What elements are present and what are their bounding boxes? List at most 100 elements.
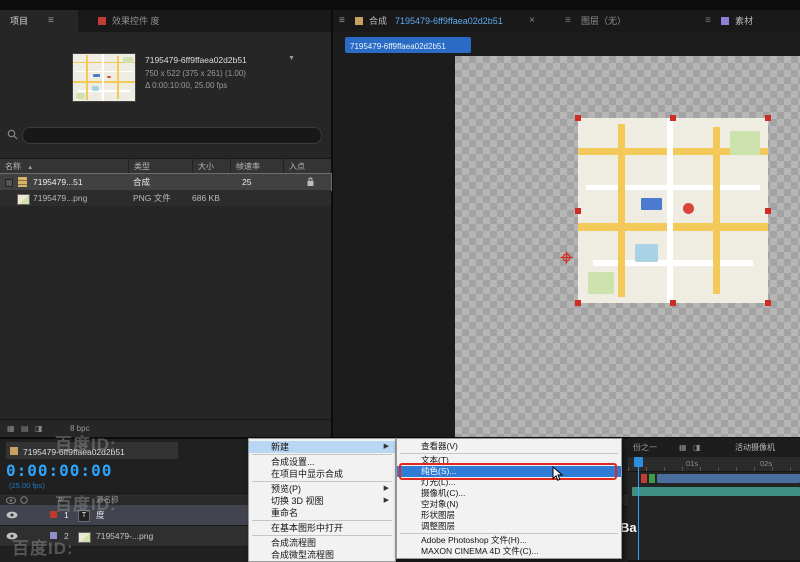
- footage-thumbnail-icon: [17, 194, 30, 205]
- sort-ascending-icon[interactable]: ▲: [27, 165, 33, 171]
- preview-duration: Δ 0:00:10:00, 25.00 fps: [145, 81, 228, 90]
- project-row-footage[interactable]: 7195479...png PNG 文件 686 KB: [0, 190, 331, 206]
- submenu-item-text[interactable]: 文本(T): [397, 455, 621, 466]
- footage-panel-menu-icon[interactable]: ≡: [705, 10, 711, 32]
- submenu-item-photoshop-file[interactable]: Adobe Photoshop 文件(H)...: [397, 535, 621, 546]
- menu-item-switch-3d-view[interactable]: 切换 3D 视图 ▶: [249, 495, 395, 507]
- project-row-composition[interactable]: 7195479...51 合成 25: [0, 173, 332, 191]
- column-view-icon[interactable]: ◨: [35, 420, 43, 438]
- submenu-item-null-object[interactable]: 空对象(N): [397, 499, 621, 510]
- close-tab-icon[interactable]: ×: [529, 10, 535, 32]
- menu-separator: [252, 520, 392, 521]
- layer-panel-menu-icon[interactable]: ≡: [565, 10, 571, 32]
- keyframe-marker-red[interactable]: [641, 474, 647, 483]
- preview-dropdown-icon[interactable]: ▼: [288, 55, 295, 62]
- watermark-text: 百度ID:: [12, 539, 74, 558]
- selection-handle[interactable]: [670, 300, 676, 306]
- effects-panel-icon: [98, 17, 106, 25]
- row-size: 686 KB: [192, 193, 220, 203]
- selection-handle[interactable]: [575, 300, 581, 306]
- submenu-item-shape-layer[interactable]: 形状图层: [397, 510, 621, 521]
- resolution-dropdown[interactable]: 份之一: [633, 438, 657, 458]
- active-camera-dropdown[interactable]: 活动摄像机: [735, 438, 775, 458]
- audio-column-icon: [20, 496, 28, 504]
- menu-separator: [252, 535, 392, 536]
- submenu-item-camera[interactable]: 摄像机(C)...: [397, 488, 621, 499]
- frame-rate-label: (25.00 fps): [9, 481, 45, 490]
- composition-icon: [18, 177, 27, 187]
- selection-handle[interactable]: [670, 115, 676, 121]
- playhead-line[interactable]: [638, 457, 639, 560]
- tab-effect-controls[interactable]: 效果控件 度: [112, 10, 160, 32]
- layer-bar-2[interactable]: [632, 487, 800, 496]
- footage-tab-icon: [721, 17, 729, 25]
- layer-bar-1[interactable]: [657, 474, 800, 483]
- map-layer-image[interactable]: [560, 115, 771, 306]
- submenu-item-adjustment-layer[interactable]: 调整图层: [397, 521, 621, 532]
- panel-menu-icon[interactable]: ≡: [48, 10, 54, 32]
- watermark-text: 百度ID:: [55, 495, 117, 514]
- selection-handle[interactable]: [765, 300, 771, 306]
- submenu-item-viewer[interactable]: 查看器(V): [397, 441, 621, 452]
- anchor-point-icon[interactable]: [560, 251, 573, 264]
- menu-item-reveal-in-project[interactable]: 在项目中显示合成: [249, 468, 395, 480]
- context-menu: 新建 ▶ 合成设置... 在项目中显示合成 预览(P) ▶ 切换 3D 视图 ▶…: [248, 438, 396, 562]
- tab-project[interactable]: 项目 ≡: [0, 10, 78, 32]
- preview-dimensions: 750 x 522 (375 x 261) (1.00): [145, 69, 246, 78]
- active-composition-chip[interactable]: 7195479-6ff9ffaea02d2b51: [345, 37, 471, 53]
- row-framerate: 25: [242, 177, 252, 187]
- project-tabbar: 项目 ≡ 效果控件 度: [0, 10, 331, 32]
- menu-item-composition-flowchart[interactable]: 合成流程图: [249, 537, 395, 549]
- selection-handle[interactable]: [575, 115, 581, 121]
- selection-handle[interactable]: [575, 207, 581, 214]
- menu-separator: [400, 453, 618, 454]
- keyframe-marker-green[interactable]: [649, 474, 655, 483]
- grid-options-icon[interactable]: ▦: [679, 438, 687, 458]
- menu-item-composition-mini-flowchart[interactable]: 合成微型流程图: [249, 549, 395, 561]
- layer-name[interactable]: 7195479-...png: [96, 526, 153, 546]
- composition-viewer-panel: ≡ 合成 7195479-6ff9ffaea02d2b51 × ≡ 图层（无） …: [333, 10, 800, 458]
- menu-separator: [252, 454, 392, 455]
- column-type[interactable]: 类型: [128, 159, 198, 174]
- tab-layer[interactable]: 图层（无）: [581, 10, 626, 32]
- list-view-icon[interactable]: ▤: [21, 420, 29, 438]
- timeline-graph-area[interactable]: 01s 02s: [628, 457, 800, 560]
- row-type: PNG 文件: [133, 193, 171, 203]
- column-framerate[interactable]: 帧速率: [230, 159, 289, 174]
- playhead-handle[interactable]: [634, 457, 643, 467]
- tab-composition-label[interactable]: 合成: [369, 10, 387, 32]
- menu-item-preview[interactable]: 预览(P) ▶: [249, 483, 395, 495]
- menu-item-composition-settings[interactable]: 合成设置...: [249, 456, 395, 468]
- submenu-item-light[interactable]: 灯光(L)...: [397, 477, 621, 488]
- layer-row-1[interactable]: 1 T 度: [0, 505, 250, 526]
- project-panel: 项目 ≡ 效果控件 度 7195479-6ff9ffaea02d2b51 ▼ 7…: [0, 10, 333, 438]
- column-inpoint[interactable]: 入点: [283, 159, 337, 174]
- thumbnail-view-icon[interactable]: ▦: [7, 420, 15, 438]
- eye-icon[interactable]: [6, 511, 18, 519]
- viewer-menu-icon[interactable]: ≡: [339, 10, 345, 32]
- submenu-arrow-icon: ▶: [383, 485, 389, 492]
- tab-footage[interactable]: 素材: [735, 10, 753, 32]
- submenu-item-cinema4d-file[interactable]: MAXON CINEMA 4D 文件(C)...: [397, 546, 621, 557]
- column-name[interactable]: 名称 ▲: [0, 159, 133, 174]
- thumbnail-map-art: [73, 54, 135, 101]
- menu-separator: [252, 481, 392, 482]
- submenu-item-solid[interactable]: 纯色(S)...: [397, 466, 621, 477]
- selection-handle[interactable]: [765, 207, 771, 214]
- row-name: 7195479...51: [33, 177, 83, 187]
- row-type: 合成: [133, 177, 151, 187]
- menu-item-open-in-essential-graphics[interactable]: 在基本图形中打开: [249, 522, 395, 534]
- new-submenu: 查看器(V) 文本(T) 纯色(S)... 灯光(L)... 摄像机(C)...…: [396, 438, 622, 559]
- menu-item-rename[interactable]: 重命名: [249, 507, 395, 519]
- time-ruler[interactable]: 01s 02s: [628, 457, 800, 472]
- lock-icon[interactable]: [306, 177, 315, 187]
- selection-handle[interactable]: [765, 115, 771, 121]
- menu-item-new[interactable]: 新建 ▶: [249, 441, 395, 453]
- current-timecode[interactable]: 0:00:00:00: [6, 461, 112, 480]
- composition-tab-icon: [355, 17, 363, 25]
- mouse-cursor: [552, 466, 564, 481]
- label-chip[interactable]: [5, 179, 13, 187]
- project-search-field[interactable]: [22, 127, 322, 144]
- region-of-interest-icon[interactable]: ◨: [693, 438, 701, 458]
- tab-composition-name[interactable]: 7195479-6ff9ffaea02d2b51: [395, 10, 503, 32]
